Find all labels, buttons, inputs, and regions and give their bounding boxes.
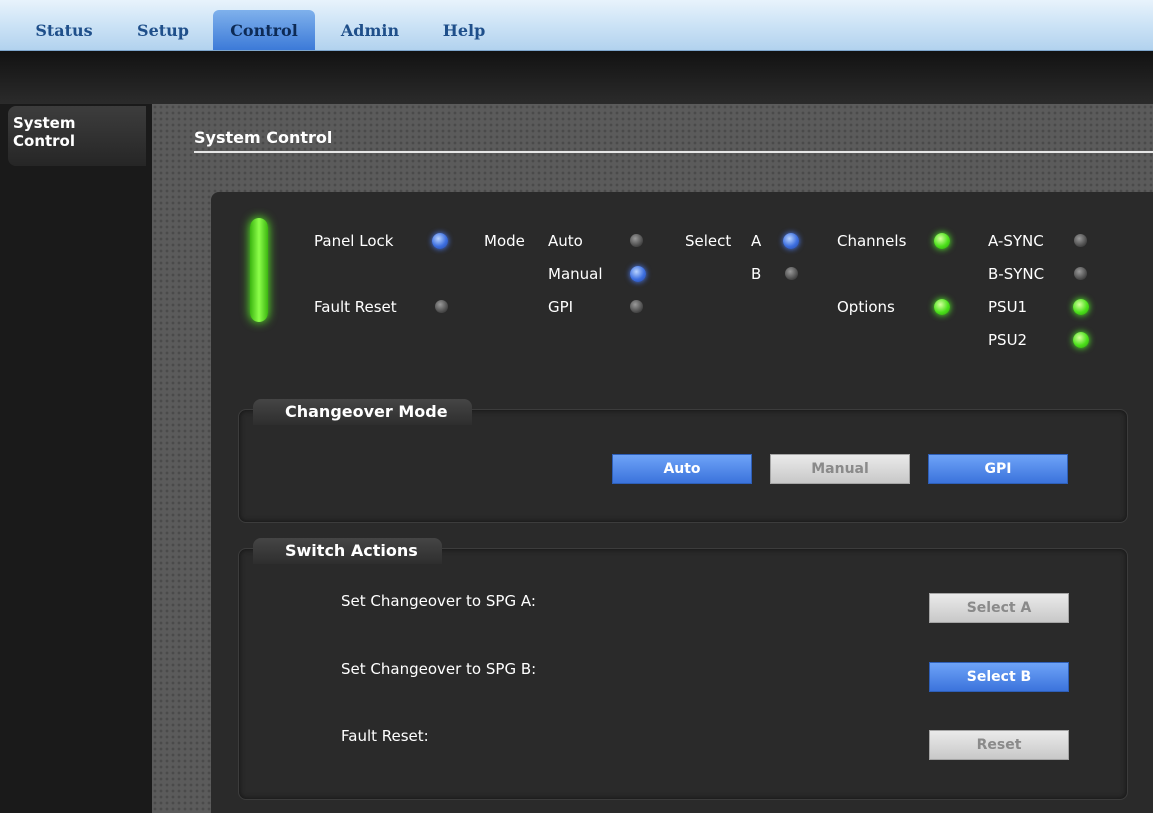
psu1-label: PSU1: [988, 298, 1028, 316]
page-title: System Control: [194, 128, 333, 147]
title-divider: [194, 151, 1153, 153]
select-a-label: A: [751, 232, 762, 250]
select-label: Select: [685, 232, 732, 250]
mode-auto-label: Auto: [548, 232, 583, 250]
psu1-led: [1073, 299, 1089, 315]
options-led: [934, 299, 950, 315]
mode-manual-led: [630, 266, 646, 282]
select-b-label: B: [751, 265, 762, 283]
psu2-label: PSU2: [988, 331, 1028, 349]
panel-lock-label: Panel Lock: [314, 232, 394, 250]
b-sync-label: B-SYNC: [988, 265, 1045, 283]
system-status-indicator: [250, 218, 268, 322]
control-panel: Panel Lock Fault Reset Mode Auto Manual …: [211, 192, 1153, 813]
reset-button[interactable]: Reset: [929, 730, 1069, 760]
changeover-manual-button[interactable]: Manual: [770, 454, 910, 484]
spg-b-label: Set Changeover to SPG B:: [341, 660, 537, 678]
psu2-led: [1073, 332, 1089, 348]
main-content: System Control Panel Lock Fault Reset Mo…: [152, 104, 1153, 813]
changeover-gpi-button[interactable]: GPI: [928, 454, 1068, 484]
changeover-auto-button[interactable]: Auto: [612, 454, 752, 484]
mode-auto-led: [630, 234, 643, 247]
sidebar-item-system-control[interactable]: System Control: [8, 106, 146, 166]
sub-nav-bar: [0, 51, 1153, 104]
tab-control[interactable]: Control: [213, 10, 315, 50]
channels-led: [934, 233, 950, 249]
mode-label: Mode: [484, 232, 525, 250]
spg-a-label: Set Changeover to SPG A:: [341, 592, 536, 610]
switch-actions-title: Switch Actions: [253, 538, 442, 564]
tab-setup[interactable]: Setup: [128, 10, 198, 50]
changeover-mode-group: Changeover Mode Auto Manual GPI: [238, 399, 1128, 523]
a-sync-label: A-SYNC: [988, 232, 1044, 250]
mode-gpi-led: [630, 300, 643, 313]
channels-label: Channels: [837, 232, 907, 250]
sidebar-item-label-line2: Control: [13, 132, 76, 150]
tab-admin[interactable]: Admin: [330, 10, 410, 50]
sidebar-item-label-line1: System: [13, 114, 76, 132]
options-label: Options: [837, 298, 895, 316]
panel-lock-led[interactable]: [432, 233, 448, 249]
top-nav: Status Setup Control Admin Help: [0, 0, 1153, 51]
changeover-mode-title: Changeover Mode: [253, 399, 472, 425]
select-b-led: [785, 267, 798, 280]
select-b-button[interactable]: Select B: [929, 662, 1069, 692]
select-a-led: [783, 233, 799, 249]
mode-manual-label: Manual: [548, 265, 603, 283]
mode-gpi-label: GPI: [548, 298, 574, 316]
fault-reset-action-label: Fault Reset:: [341, 727, 429, 745]
fault-reset-label: Fault Reset: [314, 298, 397, 316]
a-sync-led: [1074, 234, 1087, 247]
sidebar: System Control: [0, 104, 152, 813]
fault-reset-led[interactable]: [435, 300, 448, 313]
tab-help[interactable]: Help: [426, 10, 502, 50]
select-a-button[interactable]: Select A: [929, 593, 1069, 623]
switch-actions-group: Switch Actions Set Changeover to SPG A: …: [238, 538, 1128, 800]
b-sync-led: [1074, 267, 1087, 280]
tab-status[interactable]: Status: [22, 10, 106, 50]
